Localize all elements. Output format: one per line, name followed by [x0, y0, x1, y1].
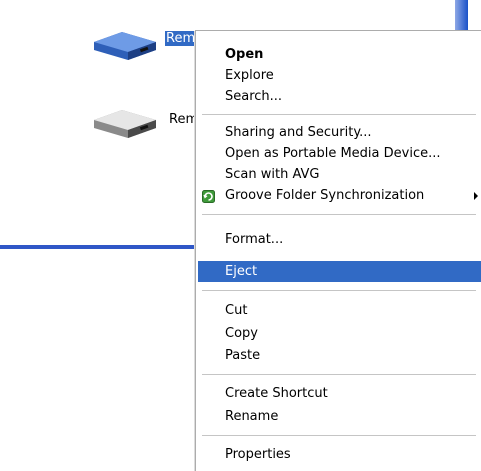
menu-item-scan-avg[interactable]: Scan with AVG [198, 164, 481, 185]
menu-item-groove-sync[interactable]: Groove Folder Synchronization [198, 185, 481, 206]
removable-drive-icon[interactable] [90, 26, 160, 66]
menu-item-cut[interactable]: Cut [198, 300, 481, 321]
menu-separator [202, 290, 476, 291]
menu-separator [202, 435, 476, 436]
menu-item-label: Groove Folder Synchronization [225, 188, 425, 203]
menu-item-open-portable-media[interactable]: Open as Portable Media Device... [198, 143, 481, 164]
menu-item-explore[interactable]: Explore [198, 65, 481, 86]
drive-label-1[interactable]: Rem [165, 31, 196, 46]
groove-icon [202, 189, 215, 203]
context-menu: Open Explore Search... Sharing and Secur… [195, 30, 481, 471]
menu-separator [202, 374, 476, 375]
menu-item-paste[interactable]: Paste [198, 345, 481, 366]
menu-item-copy[interactable]: Copy [198, 323, 481, 344]
menu-item-create-shortcut[interactable]: Create Shortcut [198, 383, 481, 404]
menu-item-properties[interactable]: Properties [198, 444, 481, 465]
drive-label-2[interactable]: Rem [169, 112, 196, 127]
divider-line [0, 245, 196, 249]
window-edge [455, 0, 468, 34]
menu-separator [202, 114, 476, 115]
menu-item-format[interactable]: Format... [198, 229, 481, 250]
menu-item-open[interactable]: Open [198, 44, 481, 65]
menu-item-sharing-security[interactable]: Sharing and Security... [198, 122, 481, 143]
menu-item-eject[interactable]: Eject [198, 261, 481, 282]
submenu-arrow-icon [474, 192, 478, 200]
menu-item-rename[interactable]: Rename [198, 406, 481, 427]
menu-item-search[interactable]: Search... [198, 86, 481, 107]
menu-separator [202, 214, 476, 215]
removable-drive-icon[interactable] [90, 104, 160, 144]
